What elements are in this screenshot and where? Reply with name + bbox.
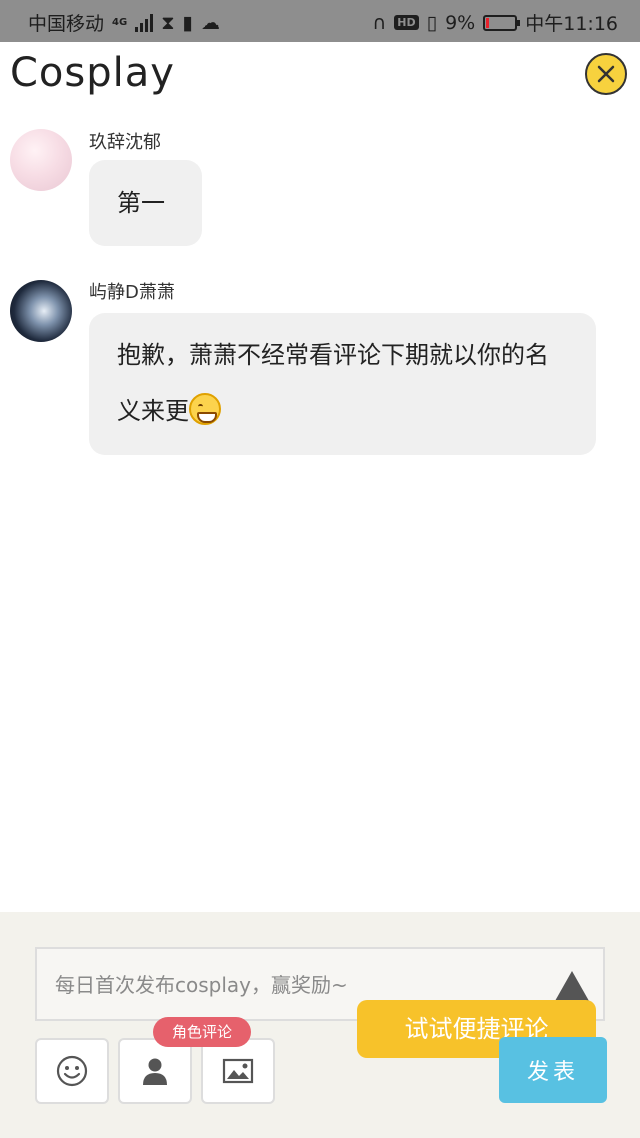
vibrate-icon: ▯ [426, 11, 438, 34]
expand-arrow-icon[interactable] [555, 971, 589, 1001]
person-icon [143, 1058, 167, 1085]
comment-input[interactable] [55, 967, 535, 1003]
sim-alert-icon: ▮ [182, 11, 193, 34]
comment-bubble[interactable]: 第一 [89, 160, 202, 246]
headphones-icon: ∩ [372, 11, 387, 34]
comment-username[interactable]: 玖辞沈郁 [89, 128, 161, 154]
carrier-label: 中国移动 [28, 13, 105, 35]
role-comment-button[interactable] [118, 1038, 192, 1104]
status-bar: 中国移动 4G ⧗ ▮ ☁ ∩ HD ▯ 9% 中午11:16 [0, 0, 640, 42]
network-type: 4G [112, 16, 128, 28]
emoji-icon [56, 1055, 88, 1087]
hd-badge: HD [394, 15, 419, 30]
close-icon [597, 65, 615, 83]
avatar[interactable] [10, 280, 72, 342]
emoji-button[interactable] [35, 1038, 109, 1104]
battery-icon [483, 14, 521, 31]
battery-percent: 9% [445, 11, 476, 34]
comment-text: 抱歉，萧萧不经常看评论下期就以你的名义来更 [117, 341, 549, 425]
comment-bubble[interactable]: 抱歉，萧萧不经常看评论下期就以你的名义来更 [89, 313, 596, 455]
page-title: Cosplay [10, 50, 175, 96]
role-comment-badge: 角色评论 [153, 1017, 251, 1047]
close-button[interactable] [585, 53, 627, 95]
composer-panel: 试试便捷评论 角色评论 发表 [0, 912, 640, 1138]
grin-emoji-icon [189, 393, 221, 425]
clock: 中午11:16 [525, 13, 618, 35]
cloud-icon: ☁ [201, 11, 220, 34]
battery-fill [486, 17, 490, 28]
hourglass-icon: ⧗ [161, 11, 175, 34]
comment-username[interactable]: 屿静D萧萧 [89, 278, 175, 304]
image-button[interactable] [201, 1038, 275, 1104]
image-icon [222, 1058, 254, 1084]
signal-icon [135, 13, 154, 32]
send-button[interactable]: 发表 [499, 1037, 607, 1103]
avatar[interactable] [10, 129, 72, 191]
